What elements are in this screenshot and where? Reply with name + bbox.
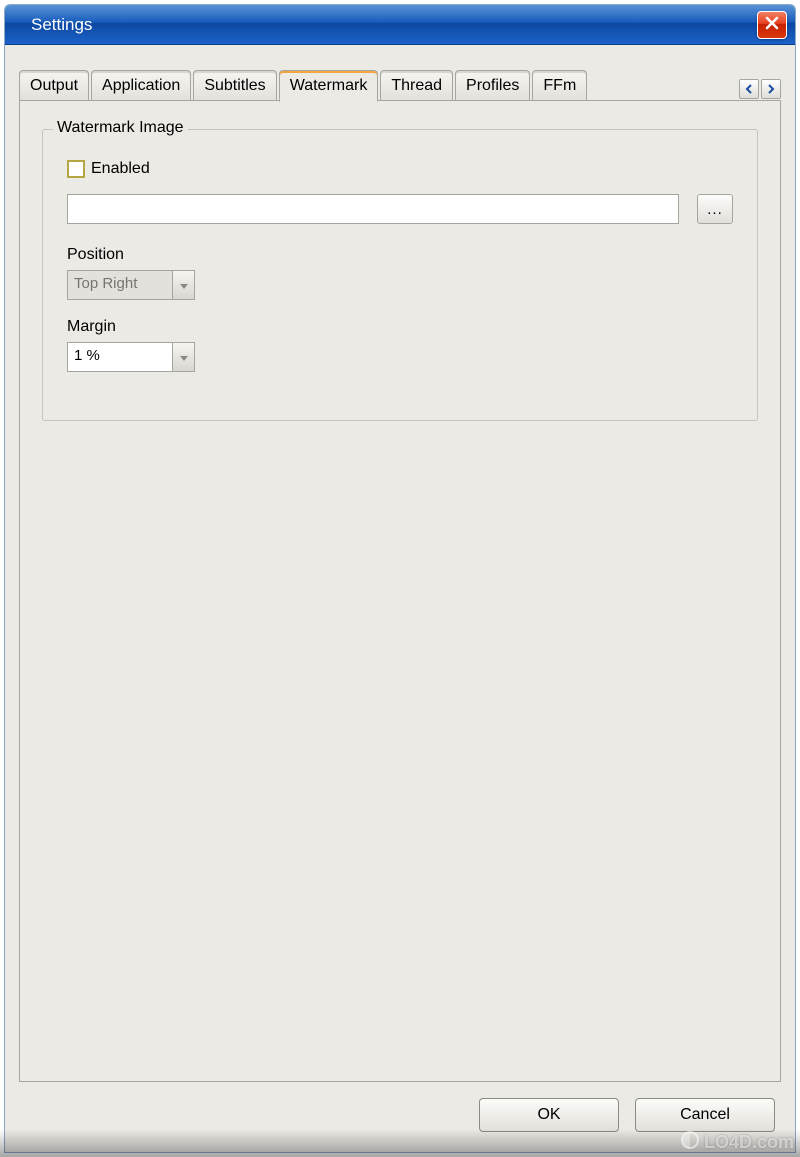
window-title: Settings <box>13 15 92 35</box>
close-icon <box>764 15 780 35</box>
position-value: Top Right <box>68 271 172 299</box>
watermark-path-input[interactable] <box>67 194 679 224</box>
cancel-button[interactable]: Cancel <box>635 1098 775 1132</box>
tab-scroll-left[interactable] <box>739 79 759 99</box>
source-watermark: LO4D.com <box>680 1130 794 1155</box>
path-row: ... <box>67 194 733 224</box>
ok-button[interactable]: OK <box>479 1098 619 1132</box>
brand-icon <box>680 1130 700 1155</box>
tab-ffmpeg[interactable]: FFm <box>532 70 587 101</box>
margin-combo-arrow <box>172 343 194 371</box>
tab-profiles[interactable]: Profiles <box>455 70 530 101</box>
tab-thread[interactable]: Thread <box>380 70 453 101</box>
chevron-down-icon <box>180 349 188 366</box>
margin-label: Margin <box>67 318 733 336</box>
watermark-image-group: Watermark Image Enabled ... Position Top… <box>42 129 758 421</box>
position-label: Position <box>67 246 733 264</box>
chevron-right-icon <box>767 81 775 98</box>
tab-strip: Output Application Subtitles Watermark T… <box>19 65 781 101</box>
enabled-row: Enabled <box>67 160 733 178</box>
close-button[interactable] <box>757 11 787 39</box>
position-combo-arrow <box>172 271 194 299</box>
tab-scrollers <box>737 79 781 99</box>
tab-application[interactable]: Application <box>91 70 191 101</box>
settings-dialog: Settings Output Application Subtitles Wa… <box>4 4 796 1153</box>
enabled-checkbox[interactable] <box>67 160 85 178</box>
tab-subtitles[interactable]: Subtitles <box>193 70 276 101</box>
enabled-label: Enabled <box>91 160 150 178</box>
titlebar: Settings <box>5 5 795 45</box>
tab-output[interactable]: Output <box>19 70 89 101</box>
margin-combo[interactable]: 1 % <box>67 342 195 372</box>
margin-value: 1 % <box>68 343 172 371</box>
chevron-down-icon <box>180 277 188 294</box>
browse-button[interactable]: ... <box>697 194 733 224</box>
group-title: Watermark Image <box>53 119 188 137</box>
tab-panel-watermark: Watermark Image Enabled ... Position Top… <box>19 100 781 1082</box>
brand-text: LO4D.com <box>704 1132 794 1153</box>
tab-scroll-right[interactable] <box>761 79 781 99</box>
chevron-left-icon <box>745 81 753 98</box>
position-combo[interactable]: Top Right <box>67 270 195 300</box>
dialog-body: Output Application Subtitles Watermark T… <box>5 45 795 1152</box>
tab-watermark[interactable]: Watermark <box>279 70 379 102</box>
